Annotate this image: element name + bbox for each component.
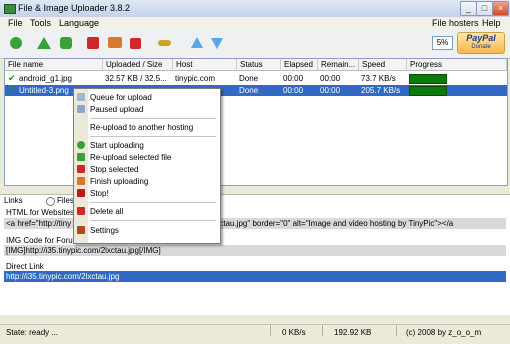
app-icon xyxy=(4,4,16,14)
add-icon[interactable] xyxy=(10,37,22,49)
delete-icon[interactable] xyxy=(130,38,141,49)
col-status[interactable]: Status xyxy=(237,59,281,71)
col-uploaded-size[interactable]: Uploaded / Size xyxy=(103,59,173,71)
col-file-name[interactable]: File name xyxy=(5,59,103,71)
menu-tools[interactable]: Tools xyxy=(30,18,51,28)
menu-item-queue[interactable]: Queue for upload xyxy=(90,93,152,102)
move-up-icon[interactable] xyxy=(191,37,203,48)
paypal-logo: PayPal xyxy=(466,33,496,43)
done-check-icon: ✔ xyxy=(8,73,16,83)
status-separator xyxy=(322,325,323,336)
queue-icon xyxy=(77,93,85,101)
menu-item-delete-all[interactable]: Delete all xyxy=(90,207,123,216)
menu-item-settings[interactable]: Settings xyxy=(90,226,119,235)
html-header: HTML for Websites xyxy=(6,208,75,217)
col-progress[interactable]: Progress xyxy=(407,59,507,71)
donate-button[interactable]: PayPal Donate xyxy=(457,32,505,54)
status-copyright: (c) 2008 by z_o_o_m xyxy=(406,328,482,337)
menu-item-reupload-selected[interactable]: Re-upload selected file xyxy=(90,153,171,162)
cell-status: Done xyxy=(239,74,259,83)
upload-all-icon[interactable] xyxy=(60,37,72,49)
done-check-icon: ✔ xyxy=(8,85,16,95)
donate-label: Donate xyxy=(471,44,491,50)
col-speed[interactable]: Speed xyxy=(359,59,407,71)
menu-item-finish[interactable]: Finish uploading xyxy=(90,177,148,186)
cell-file-name: android_g1.jpg xyxy=(19,74,72,83)
menu-separator xyxy=(90,202,216,203)
menu-item-pause[interactable]: Paused upload xyxy=(90,105,143,114)
menu-file[interactable]: File xyxy=(8,18,23,28)
progress-bar xyxy=(409,86,447,96)
cell-host: tinypic.com xyxy=(175,74,216,83)
settings-icon xyxy=(77,226,85,234)
stop-icon[interactable] xyxy=(87,37,99,49)
menu-help[interactable]: Help xyxy=(482,18,501,28)
files-tab[interactable]: Files xyxy=(57,196,74,205)
pause-icon xyxy=(77,105,85,113)
col-remain[interactable]: Remain... xyxy=(318,59,359,71)
cell-remain: 00:00 xyxy=(320,86,341,95)
delete-icon xyxy=(77,207,85,215)
close-button[interactable]: × xyxy=(492,1,509,16)
stop-icon xyxy=(77,165,85,173)
stop-all-icon xyxy=(77,189,85,197)
img-field[interactable]: [IMG]http://i35.tinypic.com/2lxctau.jpg[… xyxy=(4,245,506,256)
status-state: State: ready ... xyxy=(6,328,59,337)
menu-file-hosters[interactable]: File hosters xyxy=(432,18,479,28)
context-menu: Queue for upload Paused upload Re-upload… xyxy=(73,88,221,244)
status-speed: 0 KB/s xyxy=(282,328,306,337)
cell-elapsed: 00:00 xyxy=(283,74,304,83)
links-tab[interactable]: Links xyxy=(4,196,23,205)
cell-speed: 205.7 KB/s xyxy=(361,86,401,95)
cell-size: 32.57 KB / 32.5... xyxy=(105,74,167,83)
direct-header: Direct Link xyxy=(6,262,44,271)
files-radio[interactable] xyxy=(46,197,55,206)
key-icon[interactable] xyxy=(158,40,171,46)
menu-item-start[interactable]: Start uploading xyxy=(90,141,144,150)
minimize-button[interactable]: _ xyxy=(460,1,477,16)
status-separator xyxy=(270,325,271,336)
window-title: File & Image Uploader 3.8.2 xyxy=(18,3,131,13)
progress-bar xyxy=(409,74,447,84)
reupload-icon[interactable] xyxy=(108,37,122,48)
html-value: <a href="http://tiny xyxy=(6,219,72,228)
menu-item-stop-all[interactable]: Stop! xyxy=(90,189,109,198)
upload-all-icon xyxy=(77,153,85,161)
menu-separator xyxy=(90,118,216,119)
menu-separator xyxy=(90,220,216,221)
cell-speed: 73.7 KB/s xyxy=(361,74,396,83)
zoom-box: 5% xyxy=(432,36,453,50)
cell-elapsed: 00:00 xyxy=(283,86,304,95)
menu-language[interactable]: Language xyxy=(59,18,99,28)
cell-remain: 00:00 xyxy=(320,74,341,83)
menu-separator xyxy=(90,136,216,137)
status-separator xyxy=(396,325,397,336)
menu-item-reupload-another[interactable]: Re-upload to another hosting xyxy=(90,123,193,132)
move-down-icon[interactable] xyxy=(211,38,223,49)
status-size: 192.92 KB xyxy=(334,328,372,337)
upload-icon xyxy=(77,141,85,149)
col-elapsed[interactable]: Elapsed xyxy=(281,59,318,71)
img-header: IMG Code for Forum xyxy=(6,236,80,245)
cell-status: Done xyxy=(239,86,259,95)
finish-icon xyxy=(77,177,85,185)
col-host[interactable]: Host xyxy=(173,59,237,71)
menu-item-stop-selected[interactable]: Stop selected xyxy=(90,165,138,174)
direct-link-field[interactable]: http://i35.tinypic.com/2lxctau.jpg xyxy=(4,271,506,282)
table-row[interactable]: ✔ android_g1.jpg 32.57 KB / 32.5... tiny… xyxy=(5,73,507,84)
maximize-button[interactable]: □ xyxy=(476,1,493,16)
upload-icon[interactable] xyxy=(37,37,51,49)
